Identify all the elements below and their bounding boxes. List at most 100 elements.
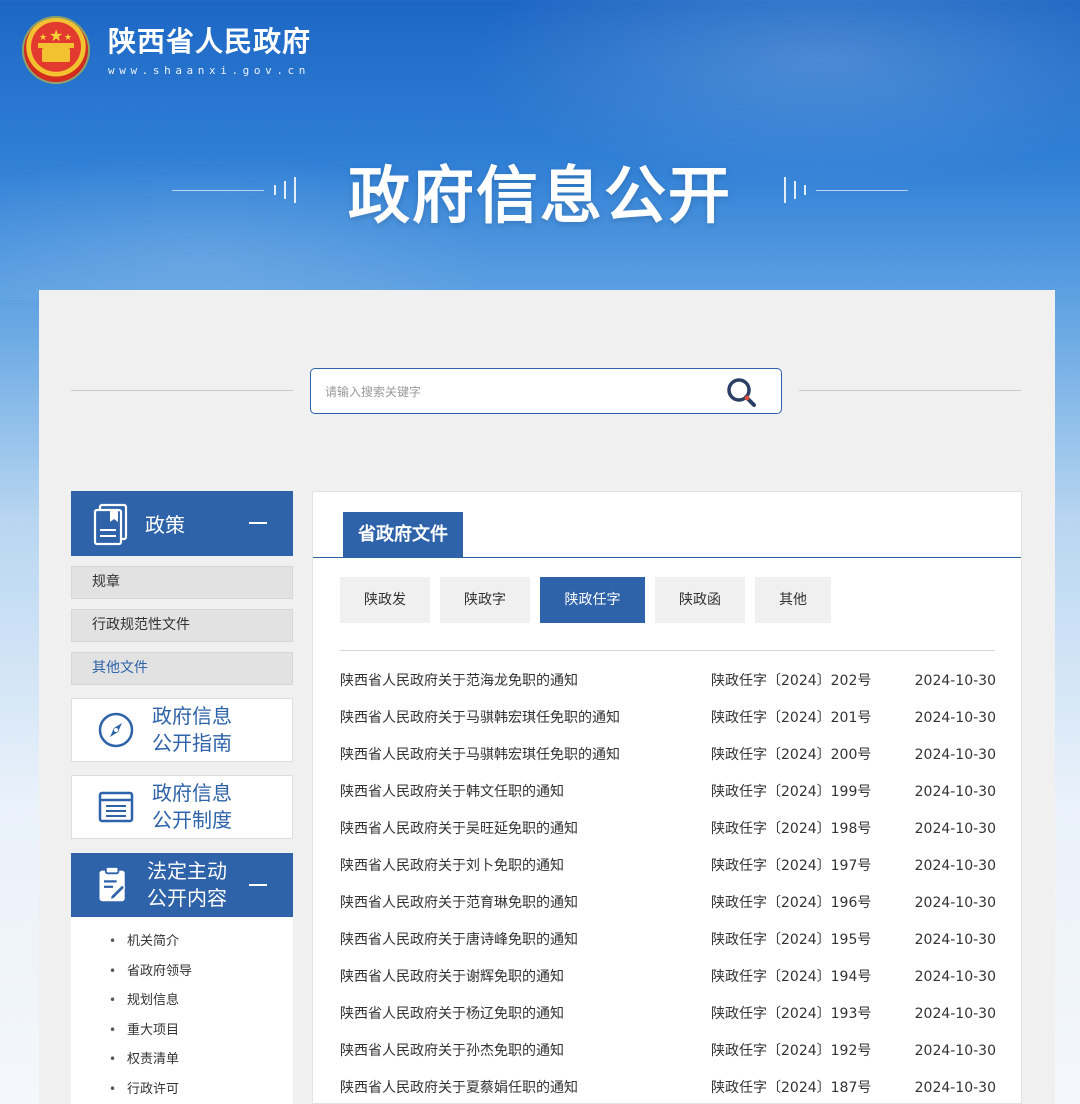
- list-item[interactable]: 行政许可: [109, 1075, 293, 1104]
- search-input[interactable]: [325, 379, 705, 405]
- doc-title[interactable]: 陕西省人民政府关于范海龙免职的通知: [340, 668, 578, 694]
- site-title[interactable]: 陕西省人民政府: [108, 24, 311, 60]
- doc-date: 2024-10-30: [914, 1080, 996, 1096]
- clipboard-icon: [99, 866, 126, 902]
- doc-number: 陕政任字〔2024〕195号: [711, 932, 872, 948]
- doc-number: 陕政任字〔2024〕201号: [711, 710, 872, 726]
- sidebar-card-system[interactable]: 政府信息 公开制度: [71, 775, 293, 839]
- search-button[interactable]: [721, 374, 761, 410]
- table-row[interactable]: 陕西省人民政府关于刘卜免职的通知 陕政任字〔2024〕197号 2024-10-30: [340, 853, 996, 890]
- divider: [799, 390, 1021, 391]
- doc-date: 2024-10-30: [914, 895, 996, 911]
- doc-title[interactable]: 陕西省人民政府关于杨辽免职的通知: [340, 1001, 564, 1027]
- table-row[interactable]: 陕西省人民政府关于谢辉免职的通知 陕政任字〔2024〕194号 2024-10-30: [340, 964, 996, 1001]
- doc-date: 2024-10-30: [914, 673, 996, 689]
- doc-number: 陕政任字〔2024〕187号: [711, 1080, 872, 1096]
- divider: [71, 390, 293, 391]
- table-row[interactable]: 陕西省人民政府关于唐诗峰免职的通知 陕政任字〔2024〕195号 2024-10-3…: [340, 927, 996, 964]
- doc-title[interactable]: 陕西省人民政府关于孙杰免职的通知: [340, 1038, 564, 1064]
- sidebar-item-normative-documents[interactable]: 行政规范性文件: [71, 609, 293, 642]
- doc-date: 2024-10-30: [914, 1043, 996, 1059]
- sidebar-section-label: 公开内容: [147, 886, 227, 910]
- sub-tab-shanzhengfa[interactable]: 陕政发: [340, 577, 430, 623]
- collapse-icon[interactable]: [249, 522, 267, 524]
- table-row[interactable]: 陕西省人民政府关于孙杰免职的通知 陕政任字〔2024〕192号 2024-10-30: [340, 1038, 996, 1075]
- sidebar-card-label: 政府信息: [152, 781, 232, 805]
- table-row[interactable]: 陕西省人民政府关于马骐韩宏琪任免职的通知 陕政任字〔2024〕200号 2024-1…: [340, 742, 996, 779]
- list-item[interactable]: 重大项目: [109, 1016, 293, 1046]
- doc-title[interactable]: 陕西省人民政府关于马骐韩宏琪任免职的通知: [340, 742, 620, 768]
- banner-decoration-right: [780, 177, 908, 203]
- sidebar-section-label: 法定主动: [147, 859, 227, 883]
- site-header: ★ ★ ★ 陕西省人民政府 www.shaanxi.gov.cn: [24, 18, 311, 82]
- doc-title[interactable]: 陕西省人民政府关于刘卜免职的通知: [340, 853, 564, 879]
- table-row[interactable]: 陕西省人民政府关于夏蔡娟任职的通知 陕政任字〔2024〕187号 2024-10-3…: [340, 1075, 996, 1104]
- sub-tab-shanzhengzi[interactable]: 陕政字: [440, 577, 530, 623]
- doc-title[interactable]: 陕西省人民政府关于唐诗峰免职的通知: [340, 927, 578, 953]
- doc-date: 2024-10-30: [914, 1006, 996, 1022]
- doc-number: 陕政任字〔2024〕196号: [711, 895, 872, 911]
- doc-title[interactable]: 陕西省人民政府关于马骐韩宏琪任免职的通知: [340, 705, 620, 731]
- sidebar-section-statutory[interactable]: 法定主动 公开内容: [71, 853, 293, 917]
- doc-date: 2024-10-30: [914, 747, 996, 763]
- sidebar-card-guide[interactable]: 政府信息 公开指南: [71, 698, 293, 762]
- document-icon: [93, 503, 128, 545]
- doc-title[interactable]: 陕西省人民政府关于韩文任职的通知: [340, 779, 564, 805]
- doc-number: 陕政任字〔2024〕192号: [711, 1043, 872, 1059]
- table-row[interactable]: 陕西省人民政府关于范海龙免职的通知 陕政任字〔2024〕202号 2024-10-3…: [340, 668, 996, 705]
- sub-tab-other[interactable]: 其他: [755, 577, 831, 623]
- doc-number: 陕政任字〔2024〕200号: [711, 747, 872, 763]
- sub-tab-shanzhenghan[interactable]: 陕政函: [655, 577, 745, 623]
- table-row[interactable]: 陕西省人民政府关于韩文任职的通知 陕政任字〔2024〕199号 2024-10-30: [340, 779, 996, 816]
- tab-provincial-documents[interactable]: 省政府文件: [343, 512, 463, 558]
- doc-number: 陕政任字〔2024〕194号: [711, 969, 872, 985]
- sidebar: 政策 规章 行政规范性文件 其他文件 政府信息 公开指南 政府信息 公开制度 法…: [71, 491, 293, 1104]
- compass-icon: [98, 712, 134, 748]
- doc-title[interactable]: 陕西省人民政府关于夏蔡娟任职的通知: [340, 1075, 578, 1101]
- doc-date: 2024-10-30: [914, 858, 996, 874]
- doc-date: 2024-10-30: [914, 821, 996, 837]
- doc-number: 陕政任字〔2024〕199号: [711, 784, 872, 800]
- doc-number: 陕政任字〔2024〕197号: [711, 858, 872, 874]
- list-icon: [98, 791, 134, 823]
- doc-date: 2024-10-30: [914, 784, 996, 800]
- doc-number: 陕政任字〔2024〕202号: [711, 673, 872, 689]
- doc-date: 2024-10-30: [914, 932, 996, 948]
- document-list: 陕西省人民政府关于范海龙免职的通知 陕政任字〔2024〕202号 2024-10-3…: [340, 668, 996, 1104]
- sidebar-card-label: 政府信息: [152, 704, 232, 728]
- doc-date: 2024-10-30: [914, 710, 996, 726]
- content-panel: 省政府文件 陕政发 陕政字 陕政任字 陕政函 其他 陕西省人民政府关于范海龙免职…: [312, 491, 1022, 1104]
- list-item[interactable]: 机关简介: [109, 927, 293, 957]
- list-item[interactable]: 规划信息: [109, 986, 293, 1016]
- statutory-list: 机关简介 省政府领导 规划信息 重大项目 权责清单 行政许可: [71, 917, 293, 1104]
- doc-title[interactable]: 陕西省人民政府关于范育琳免职的通知: [340, 890, 578, 916]
- table-row[interactable]: 陕西省人民政府关于吴旺延免职的通知 陕政任字〔2024〕198号 2024-10-3…: [340, 816, 996, 853]
- sidebar-section-policy[interactable]: 政策: [71, 491, 293, 556]
- search-box: [310, 368, 782, 414]
- sidebar-item-regulations[interactable]: 规章: [71, 566, 293, 599]
- table-row[interactable]: 陕西省人民政府关于杨辽免职的通知 陕政任字〔2024〕193号 2024-10-30: [340, 1001, 996, 1038]
- doc-number: 陕政任字〔2024〕193号: [711, 1006, 872, 1022]
- search-icon: [727, 378, 756, 407]
- doc-title[interactable]: 陕西省人民政府关于吴旺延免职的通知: [340, 816, 578, 842]
- search-row: [71, 368, 1021, 414]
- divider: [340, 650, 995, 651]
- sidebar-card-label: 公开制度: [152, 808, 232, 832]
- doc-number: 陕政任字〔2024〕198号: [711, 821, 872, 837]
- banner-decoration-left: [171, 177, 300, 203]
- sidebar-card-label: 公开指南: [152, 731, 232, 755]
- list-item[interactable]: 省政府领导: [109, 957, 293, 987]
- sub-tabs: 陕政发 陕政字 陕政任字 陕政函 其他: [340, 577, 841, 623]
- collapse-icon[interactable]: [249, 884, 267, 886]
- sub-tab-shanzhengrenzi[interactable]: 陕政任字: [540, 577, 645, 623]
- main-panel: 政策 规章 行政规范性文件 其他文件 政府信息 公开指南: [39, 290, 1055, 1104]
- site-url: www.shaanxi.gov.cn: [108, 63, 311, 77]
- table-row[interactable]: 陕西省人民政府关于马骐韩宏琪任免职的通知 陕政任字〔2024〕201号 2024-1…: [340, 705, 996, 742]
- doc-title[interactable]: 陕西省人民政府关于谢辉免职的通知: [340, 964, 564, 990]
- sidebar-item-other-documents[interactable]: 其他文件: [71, 652, 293, 685]
- banner-title: 政府信息公开: [347, 159, 732, 232]
- list-item[interactable]: 权责清单: [109, 1045, 293, 1075]
- table-row[interactable]: 陕西省人民政府关于范育琳免职的通知 陕政任字〔2024〕196号 2024-10-3…: [340, 890, 996, 927]
- doc-date: 2024-10-30: [914, 969, 996, 985]
- main-tab-bar: 省政府文件: [313, 512, 1021, 558]
